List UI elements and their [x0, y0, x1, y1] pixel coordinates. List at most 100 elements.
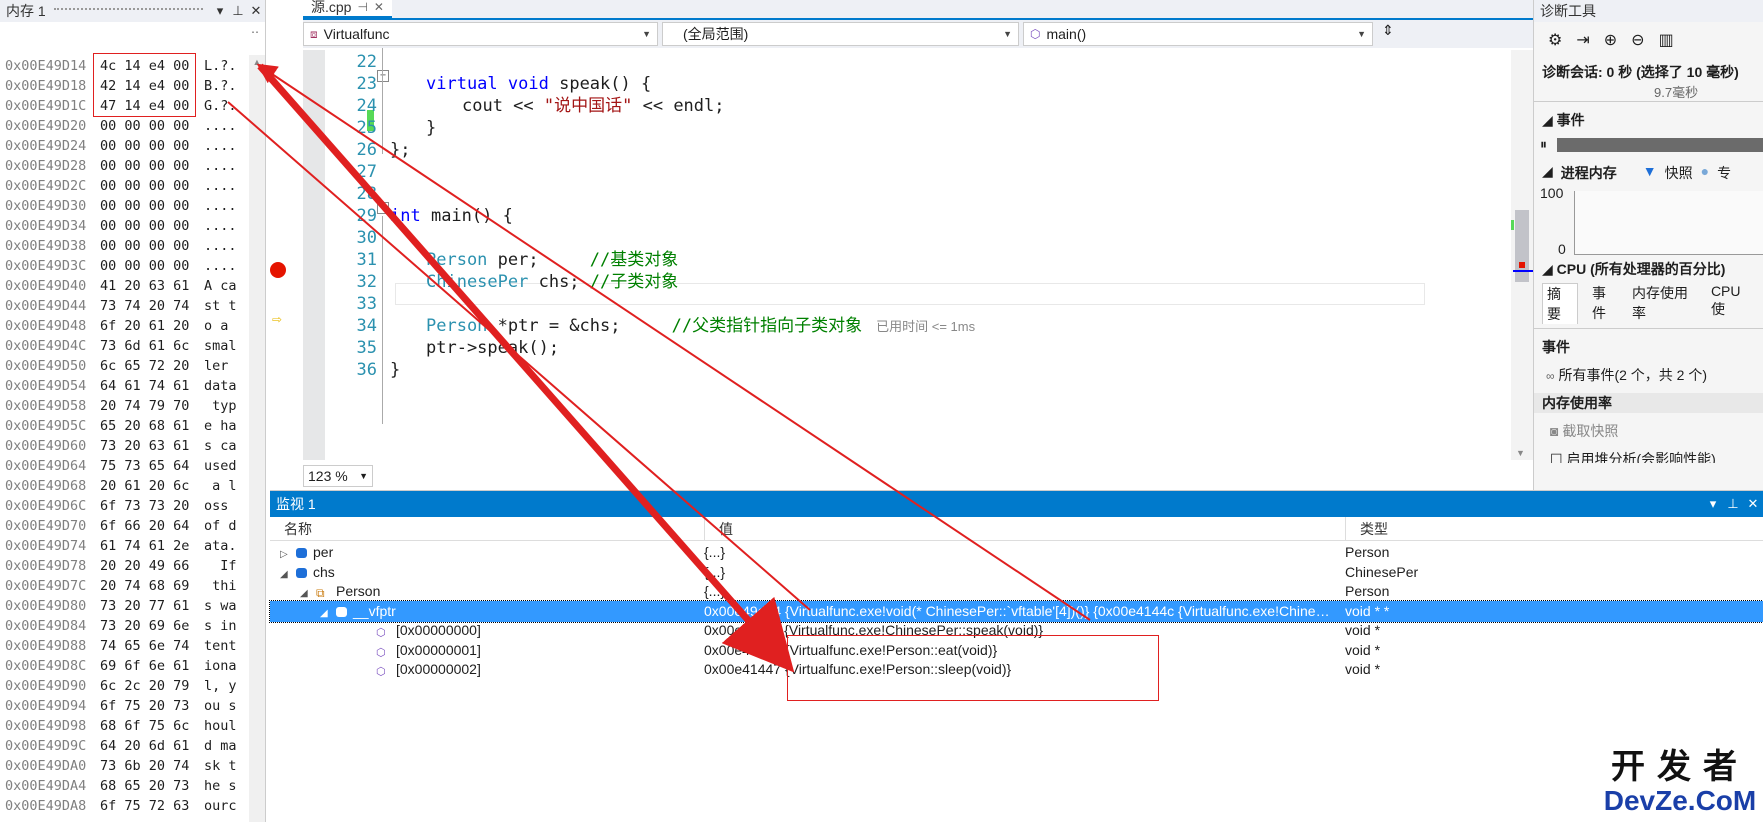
memory-row[interactable]: 0x00E49D6C 6f 73 73 20 oss	[0, 496, 266, 516]
memory-row[interactable]: 0x00E49D28 00 00 00 00....	[0, 156, 266, 176]
memory-row[interactable]: 0x00E49D7C 20 74 68 69 thi	[0, 576, 266, 596]
memory-row[interactable]: 0x00E49D88 74 65 6e 74 tent	[0, 636, 266, 656]
watch-row[interactable]: ◢ __vfptr 0x00e49d14 {Virtualfunc.exe!void…	[269, 599, 1763, 623]
memory-row[interactable]: 0x00E49D38 00 00 00 00....	[0, 236, 266, 256]
memory-row[interactable]: 0x00E49D54 64 61 74 61 data	[0, 376, 266, 396]
diag-tab[interactable]: 摘要	[1542, 283, 1578, 324]
memory-row[interactable]: 0x00E49D70 6f 66 20 64 of d	[0, 516, 266, 536]
memory-ascii: ourc	[204, 798, 237, 814]
process-memory-header[interactable]: ◢ 进程内存 ▼ 快照 ● 专	[1534, 163, 1763, 183]
all-events[interactable]: ∞ 所有事件(2 个，共 2 个)	[1534, 365, 1763, 385]
memory-scrollbar[interactable]: ▲	[249, 55, 265, 822]
close-icon[interactable]: ✕	[247, 3, 265, 19]
memory-row[interactable]: 0x00E49D80 73 20 77 61 s wa	[0, 596, 266, 616]
diag-tab[interactable]: 内存使用率	[1632, 283, 1697, 324]
column-type[interactable]: 类型	[1345, 517, 1388, 540]
memory-row[interactable]: 0x00E49D94 6f 75 20 73 ou s	[0, 696, 266, 716]
diag-tab[interactable]: CPU 使	[1711, 283, 1755, 324]
column-name[interactable]: 名称	[270, 517, 704, 540]
zoom-in-icon[interactable]: ⊕	[1604, 30, 1617, 50]
breakpoint-icon[interactable]	[270, 262, 286, 278]
memory-row[interactable]: 0x00E49DA0 73 6b 20 74 sk t	[0, 756, 266, 776]
memory-row[interactable]: 0x00E49D50 6c 65 72 20 ler	[0, 356, 266, 376]
memory-row[interactable]: 0x00E49DA8 6f 75 72 63 ourc	[0, 796, 266, 816]
tab-source-cpp[interactable]: 源.cpp ⊣ ✕	[303, 0, 392, 18]
memory-addr: 0x00E49D38	[5, 238, 87, 254]
memory-row[interactable]: 0x00E49D58 20 74 79 70 typ	[0, 396, 266, 416]
watch-value[interactable]: {...}	[704, 542, 1334, 563]
memory-bytes: 6c 65 72 20	[100, 358, 190, 374]
collapse-icon[interactable]: −	[377, 70, 389, 82]
memory-row[interactable]: 0x00E49D8C 69 6f 6e 61 iona	[0, 656, 266, 676]
breakpoint-gutter[interactable]	[303, 50, 325, 460]
line-number: 23	[356, 74, 377, 94]
memory-row[interactable]: 0x00E49D34 00 00 00 00....	[0, 216, 266, 236]
pin-icon[interactable]: ⊣	[357, 0, 367, 14]
pin-icon[interactable]: ⊥	[1723, 496, 1743, 512]
memory-row[interactable]: 0x00E49D20 00 00 00 00....	[0, 116, 266, 136]
pin-icon[interactable]: ⊥	[229, 3, 247, 19]
collapse-icon[interactable]: −	[377, 202, 389, 214]
memory-row[interactable]: 0x00E49D5C 65 20 68 61 e ha	[0, 416, 266, 436]
memory-toolbar-overflow-icon[interactable]: ‥	[0, 22, 265, 54]
watch-value[interactable]: 0x00e49d14 {Virtualfunc.exe!void(* Chine…	[704, 601, 1334, 622]
editor-scrollbar[interactable]: ▼	[1511, 50, 1533, 460]
chart-icon[interactable]: ▥	[1659, 30, 1674, 50]
watch-value[interactable]: {...}	[704, 562, 1334, 583]
close-tab-icon[interactable]: ✕	[374, 0, 384, 14]
memory-row[interactable]: 0x00E49D24 00 00 00 00....	[0, 136, 266, 156]
take-snapshot-button[interactable]: ◙ 截取快照	[1534, 421, 1763, 441]
chevron-down-icon: ▼	[1357, 29, 1366, 39]
memory-row[interactable]: 0x00E49D84 73 20 69 6e s in	[0, 616, 266, 636]
memory-row[interactable]: 0x00E49D78 20 20 49 66 If	[0, 556, 266, 576]
watch-type: Person	[1345, 583, 1390, 599]
events-header[interactable]: ◢ 事件	[1534, 110, 1763, 130]
logo-line-2: DevZe.CoM	[1603, 785, 1757, 816]
scroll-up-icon[interactable]: ▲	[249, 57, 265, 67]
export-icon[interactable]: ⇥	[1576, 30, 1589, 50]
watch-row[interactable]: ◢ chs {...} ChinesePer	[270, 562, 1763, 583]
memory-row[interactable]: 0x00E49D44 73 74 20 74 st t	[0, 296, 266, 316]
watch-row[interactable]: ◢ ⧉ Person {...} Person	[270, 581, 1763, 602]
function-dropdown[interactable]: ⬡ main() ▼	[1023, 22, 1373, 46]
cpu-header[interactable]: ◢ CPU (所有处理器的百分比)	[1534, 259, 1763, 279]
memory-row[interactable]: 0x00E49D74 61 74 61 2e ata.	[0, 536, 266, 556]
memory-bytes: 73 20 69 6e	[100, 618, 190, 634]
split-editor-icon[interactable]: ⇕	[1377, 22, 1399, 46]
memory-bytes: 00 00 00 00	[100, 138, 190, 154]
memory-row[interactable]: 0x00E49D90 6c 2c 20 79 l, y	[0, 676, 266, 696]
watch-value[interactable]: {...}	[704, 581, 1334, 602]
code-area[interactable]: ⇨ − − 22 23 24 25 26 27 28 29 30 31 32 33 34 35 36 vir…	[270, 48, 1533, 460]
memory-row[interactable]: 0x00E49D2C 00 00 00 00....	[0, 176, 266, 196]
memory-row[interactable]: 0x00E49D4C 73 6d 61 6c smal	[0, 336, 266, 356]
memory-row[interactable]: 0x00E49DA4 68 65 20 73 he s	[0, 776, 266, 796]
memory-row[interactable]: 0x00E49D3C 00 00 00 00....	[0, 256, 266, 276]
perf-tip[interactable]: 已用时间 <= 1ms	[876, 319, 975, 334]
project-dropdown[interactable]: ⧈ Virtualfunc ▼	[303, 22, 658, 46]
zoom-level[interactable]: 123 % ▼	[303, 465, 373, 487]
chevron-down-icon[interactable]: ▾	[211, 3, 229, 19]
heap-profiling-checkbox[interactable]: ☐ 启用堆分析(会影响性能)	[1534, 449, 1763, 463]
pause-icon[interactable]: ⏸	[1540, 136, 1547, 153]
diag-tabs: 摘要 事件 内存使用率 CPU 使	[1534, 279, 1763, 329]
watch-name: chs	[313, 563, 335, 580]
column-value[interactable]: 值	[704, 517, 1345, 540]
memory-row[interactable]: 0x00E49D60 73 20 63 61 s ca	[0, 436, 266, 456]
gear-icon[interactable]: ⚙	[1548, 30, 1562, 50]
memory-row[interactable]: 0x00E49D9C 64 20 6d 61 d ma	[0, 736, 266, 756]
memory-row[interactable]: 0x00E49D68 20 61 20 6c a l	[0, 476, 266, 496]
memory-row[interactable]: 0x00E49D30 00 00 00 00....	[0, 196, 266, 216]
chevron-down-icon[interactable]: ▾	[1703, 496, 1723, 512]
events-header-label: 事件	[1556, 112, 1585, 128]
close-icon[interactable]: ✕	[1743, 496, 1763, 512]
diag-tab[interactable]: 事件	[1592, 283, 1618, 324]
memory-row[interactable]: 0x00E49D98 68 6f 75 6c houl	[0, 716, 266, 736]
memory-row[interactable]: 0x00E49D64 75 73 65 64 used	[0, 456, 266, 476]
memory-bytes: 75 73 65 64	[100, 458, 190, 474]
watch-row[interactable]: ▷ per {...} Person	[270, 542, 1763, 563]
zoom-out-icon[interactable]: ⊖	[1631, 30, 1644, 50]
scope-dropdown[interactable]: (全局范围) ▼	[662, 22, 1019, 46]
scroll-down-icon[interactable]: ▼	[1516, 448, 1525, 458]
memory-row[interactable]: 0x00E49D40 41 20 63 61 A ca	[0, 276, 266, 296]
memory-row[interactable]: 0x00E49D48 6f 20 61 20 o a	[0, 316, 266, 336]
